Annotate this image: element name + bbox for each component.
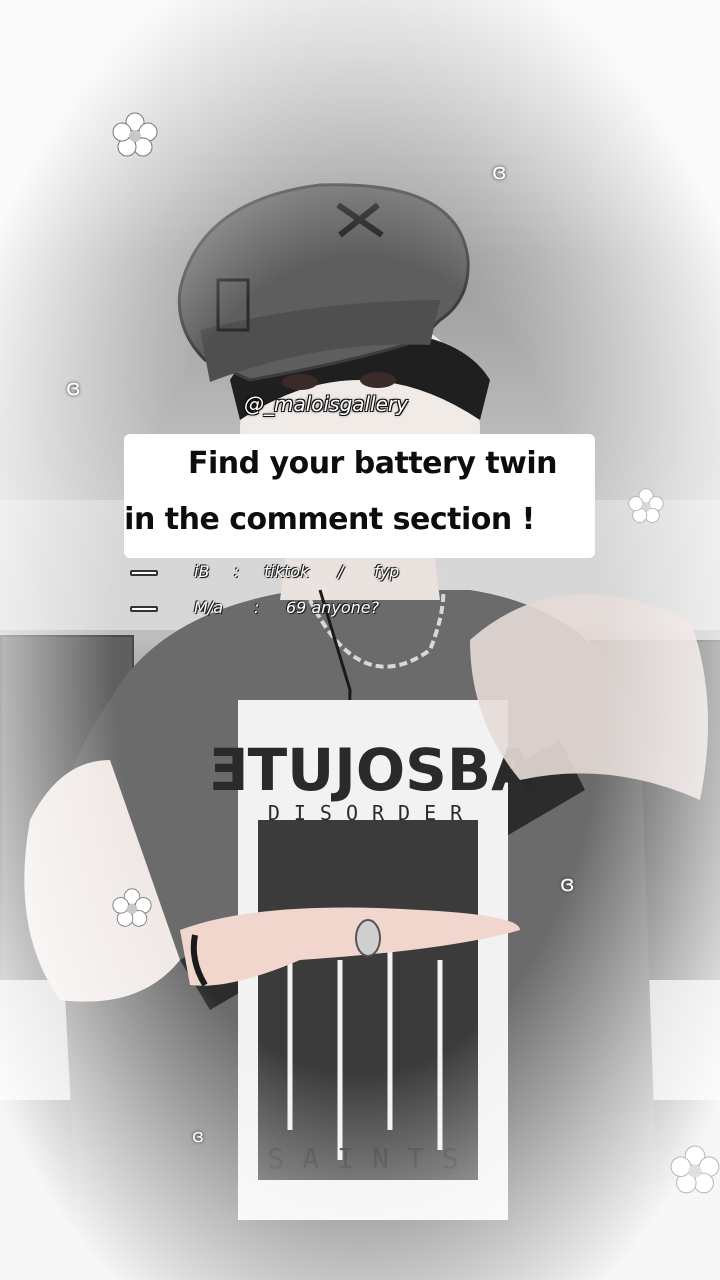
flower-sticker-icon bbox=[628, 488, 664, 523]
flower-sticker-icon bbox=[112, 888, 152, 927]
creator-handle: @_maloisgallery bbox=[244, 392, 408, 416]
info-row: M/a : 69 anyone? bbox=[130, 598, 450, 620]
bow-sticker-icon: ɞ bbox=[560, 872, 575, 897]
info-separator: / bbox=[338, 562, 344, 581]
info-colon: : bbox=[254, 598, 260, 617]
info-value-secondary: fyp bbox=[374, 562, 400, 581]
shirt-print-bottom: SAINTS bbox=[267, 1142, 476, 1175]
caption-card: Find your battery twin in the comment se… bbox=[124, 434, 595, 558]
info-key: iB bbox=[194, 562, 210, 581]
info-value: 69 anyone? bbox=[286, 598, 380, 617]
caption-line-2: in the comment section ! bbox=[124, 502, 535, 537]
bow-sticker-icon: ɞ bbox=[492, 160, 507, 185]
bow-sticker-icon: ɞ bbox=[66, 376, 81, 401]
shirt-print-sub: DISORDER bbox=[268, 801, 476, 825]
info-value: tiktok bbox=[264, 562, 310, 581]
info-colon: : bbox=[234, 562, 240, 581]
shirt-print-top: ƎTUJOSBA bbox=[208, 736, 536, 804]
flower-sticker-icon bbox=[670, 1145, 720, 1194]
flower-sticker-icon bbox=[112, 112, 158, 157]
caption-line-1: Find your battery twin bbox=[187, 446, 558, 481]
info-row: iB : tiktok / fyp bbox=[130, 562, 450, 584]
person-photo: ƎTUJOSBA DISORDER SAINTS bbox=[24, 183, 708, 1280]
dash-icon bbox=[130, 570, 158, 576]
dash-icon bbox=[130, 606, 158, 612]
info-key: M/a bbox=[194, 598, 223, 617]
bow-sticker-icon: ɞ bbox=[192, 1126, 204, 1147]
video-frame: ƎTUJOSBA DISORDER SAINTS ɞ ɞ ɞ ɞ @_maloi… bbox=[0, 0, 720, 1280]
